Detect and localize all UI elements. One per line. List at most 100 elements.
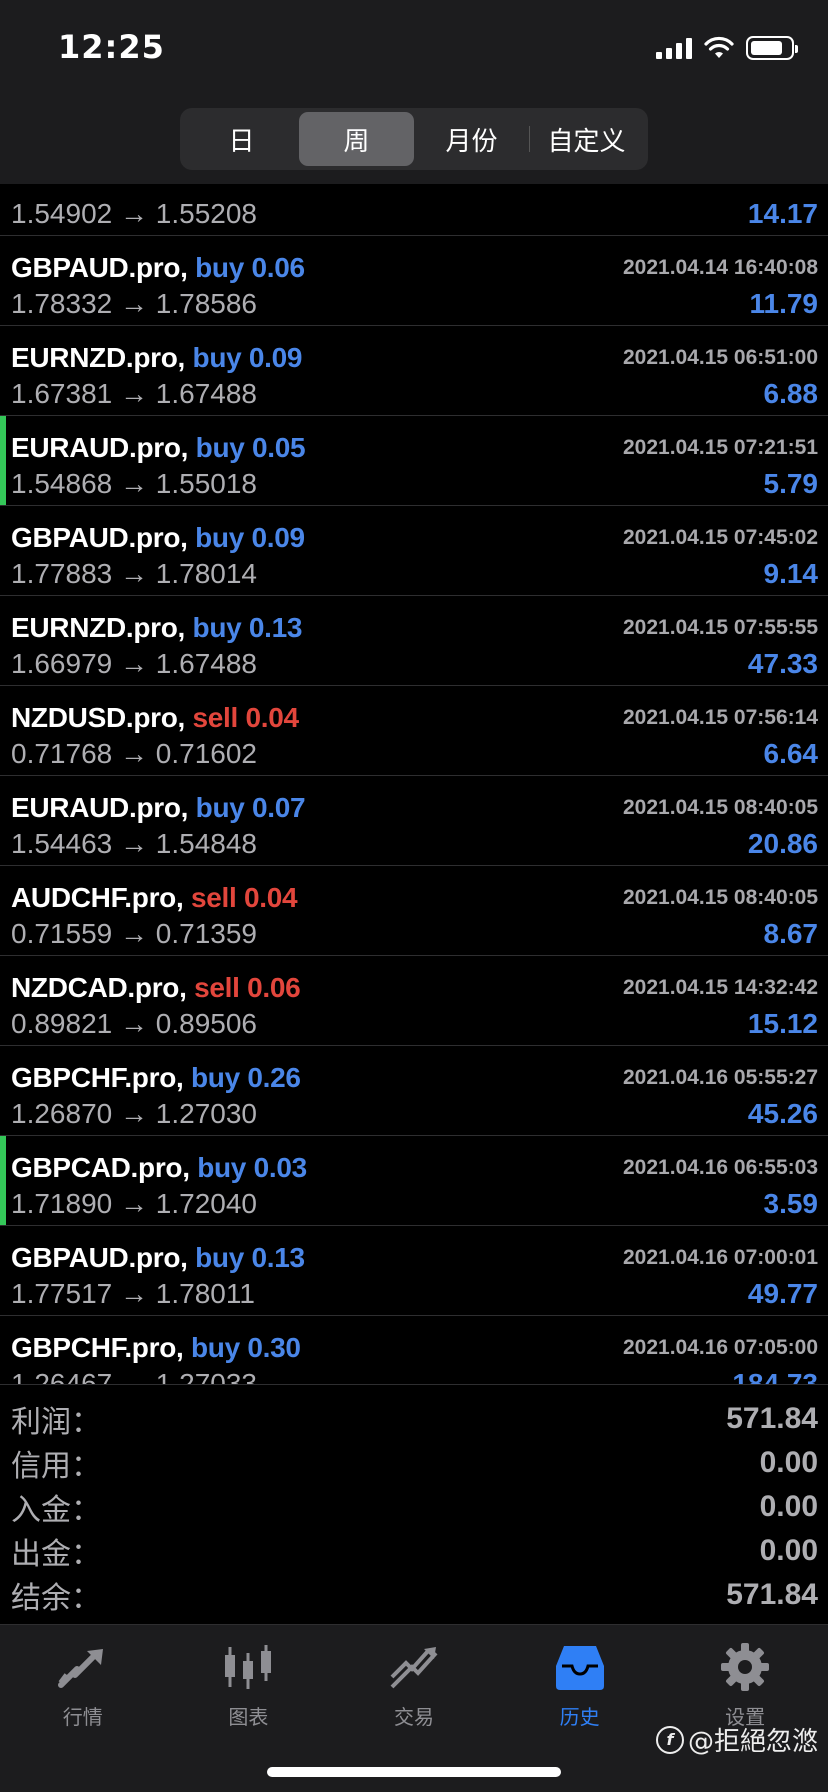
summary-value: 571.84 [726, 1402, 818, 1435]
deal-volume: 0.04 [243, 882, 298, 913]
deal-profit: 6.88 [763, 378, 819, 409]
trade-icon [386, 1639, 442, 1695]
deal-side: sell [190, 882, 237, 913]
deal-row[interactable]: GBPCHF.pro, buy 0.30 1.26467 → 1.27033 202… [0, 1316, 828, 1384]
deal-datetime: 2021.04.14 16:40:08 [623, 256, 818, 279]
deal-prices: 1.78332 → 1.78586 [11, 288, 257, 319]
period-tab-month[interactable]: 月份 [414, 112, 529, 166]
deal-side: buy [195, 252, 244, 283]
deal-datetime: 2021.04.15 07:55:55 [623, 616, 818, 639]
tab-settings[interactable]: 设置 [662, 1625, 828, 1735]
period-tab-week[interactable]: 周 [299, 112, 414, 166]
deal-volume: 0.07 [252, 792, 306, 823]
deal-symbol-line: EURAUD.pro, buy 0.07 [11, 792, 306, 824]
deal-row[interactable]: NZDCAD.pro, sell 0.06 0.89821 → 0.89506 20… [0, 956, 828, 1046]
deal-symbol-line: GBPAUD.pro, buy 0.09 [11, 522, 305, 554]
summary-row: 信用： 0.00 [0, 1441, 828, 1485]
deal-datetime: 2021.04.16 06:55:03 [623, 1156, 818, 1179]
tab-chart[interactable]: 图表 [166, 1625, 332, 1735]
deal-volume: 0.26 [247, 1062, 301, 1093]
status-time: 12:25 [58, 28, 165, 66]
deal-prices: 1.54463 → 1.54848 [11, 828, 257, 859]
deal-side: buy [190, 1062, 240, 1093]
tab-label: 交易 [393, 1705, 434, 1729]
deal-prices: 1.77517 → 1.78011 [11, 1278, 255, 1309]
history-summary: 利润： 571.84 信用： 0.00 入金： 0.00 出金： 0.00 结余： 571.84 [0, 1384, 828, 1624]
summary-label: 结余： [11, 1581, 101, 1616]
summary-row: 结余： 571.84 [0, 1573, 828, 1617]
deal-prices: 0.71768 → 0.71602 [11, 738, 257, 769]
deal-symbol: GBPCHF.pro, [11, 1332, 184, 1363]
summary-label: 出金： [11, 1537, 101, 1572]
deal-prices: 1.67381 → 1.67488 [11, 378, 257, 409]
deal-profit: 6.64 [763, 738, 819, 769]
deal-symbol-line: EURNZD.pro, buy 0.09 [11, 342, 302, 374]
deal-row[interactable]: AUDCHF.pro, sell 0.04 0.71559 → 0.71359 20… [0, 866, 828, 956]
deal-row[interactable]: GBPAUD.pro, buy 0.09 1.77883 → 1.78014 202… [0, 506, 828, 596]
deal-side: buy [195, 1242, 244, 1273]
deal-side: buy [192, 342, 242, 373]
deal-profit: 8.67 [763, 918, 819, 949]
deal-prices: 1.71890 → 1.72040 [11, 1188, 257, 1219]
settings-icon [717, 1639, 773, 1695]
deal-symbol-line: NZDCAD.pro, sell 0.06 [11, 972, 301, 1004]
deal-symbol: NZDCAD.pro, [11, 972, 187, 1003]
deal-row[interactable]: GBPAUD.pro, buy 0.13 1.77517 → 1.78011 202… [0, 1226, 828, 1316]
tab-label: 图表 [228, 1705, 269, 1729]
deal-row[interactable]: GBPAUD.pro, buy 0.06 1.78332 → 1.78586 202… [0, 236, 828, 326]
deal-row[interactable]: EURNZD.pro, buy 0.13 1.66979 → 1.67488 202… [0, 596, 828, 686]
deal-symbol-line: NZDUSD.pro, sell 0.04 [11, 702, 299, 734]
deal-profit: 15.12 [747, 1008, 818, 1039]
deal-volume: 0.06 [251, 252, 305, 283]
summary-value: 0.00 [759, 1534, 818, 1567]
home-indicator[interactable] [267, 1767, 561, 1777]
deal-symbol: GBPAUD.pro, [11, 522, 188, 553]
summary-value: 0.00 [759, 1446, 818, 1479]
summary-row: 出金： 0.00 [0, 1529, 828, 1573]
deal-datetime: 2021.04.16 07:05:00 [623, 1336, 818, 1359]
weibo-logo-icon: f [655, 1725, 684, 1754]
period-segmented-control: 日 周 月份 自定义 [180, 108, 648, 170]
deal-symbol-line: GBPCHF.pro, buy 0.26 [11, 1062, 301, 1094]
deal-row[interactable]: NZDUSD.pro, sell 0.04 0.71768 → 0.71602 20… [0, 686, 828, 776]
deal-row[interactable]: GBPCHF.pro, buy 0.26 1.26870 → 1.27030 202… [0, 1046, 828, 1136]
deal-row[interactable]: EURAUD.pro, buy 0.05 1.54868 → 1.55018 202… [0, 416, 828, 506]
deal-datetime: 2021.04.16 07:00:01 [623, 1246, 818, 1269]
deal-row[interactable]: EURNZD.pro, buy 0.09 1.67381 → 1.67488 202… [0, 326, 828, 416]
period-tab-custom[interactable]: 自定义 [529, 112, 644, 166]
wifi-icon [704, 36, 734, 58]
deal-row[interactable]: GBPCAD.pro, buy 0.03 1.71890 → 1.72040 202… [0, 1136, 828, 1226]
deal-symbol: GBPAUD.pro, [11, 252, 188, 283]
deal-row[interactable]: EURAUD.pro, buy 0.07 1.54463 → 1.54848 202… [0, 776, 828, 866]
watermark-text: @拒絕忽滺 [687, 1727, 818, 1757]
deal-profit: 3.59 [763, 1188, 819, 1219]
summary-label: 入金： [11, 1493, 101, 1528]
deal-symbol: EURAUD.pro, [11, 792, 189, 823]
tab-quotes[interactable]: 行情 [0, 1625, 166, 1735]
deal-datetime: 2021.04.15 08:40:05 [623, 796, 818, 819]
deal-prices: 1.26467 → 1.27033 [11, 1368, 257, 1384]
bottom-tab-bar: 行情 图表 交易 历史 设置 f @拒絕忽滺 [0, 1624, 828, 1792]
deal-profit: 47.33 [747, 648, 818, 679]
deal-prices: 1.66979 → 1.67488 [11, 648, 257, 679]
deal-side: buy [197, 1152, 247, 1183]
deal-side: buy [195, 792, 245, 823]
tab-label: 行情 [62, 1705, 103, 1729]
deal-history-list[interactable]: 1.54902 → 1.55208 14.17 GBPAUD.pro, buy 0.… [0, 184, 828, 1384]
period-tab-day[interactable]: 日 [184, 112, 299, 166]
tab-history[interactable]: 历史 [497, 1625, 663, 1735]
deal-datetime: 2021.04.15 06:51:00 [623, 346, 818, 369]
deal-side: sell [192, 702, 239, 733]
deal-row[interactable]: 1.54902 → 1.55208 14.17 [0, 184, 828, 236]
deal-prices: 0.71559 → 0.71359 [11, 918, 257, 949]
deal-datetime: 2021.04.15 07:45:02 [623, 526, 818, 549]
summary-label: 利润： [11, 1405, 101, 1440]
tab-trade[interactable]: 交易 [331, 1625, 497, 1735]
deal-symbol-line: EURAUD.pro, buy 0.05 [11, 432, 306, 464]
quotes-icon [55, 1639, 111, 1695]
deal-volume: 0.09 [248, 342, 303, 373]
deal-volume: 0.06 [247, 972, 301, 1003]
deal-prices: 1.26870 → 1.27030 [11, 1098, 257, 1129]
tab-label: 历史 [559, 1705, 600, 1729]
summary-row: 利润： 571.84 [0, 1397, 828, 1441]
